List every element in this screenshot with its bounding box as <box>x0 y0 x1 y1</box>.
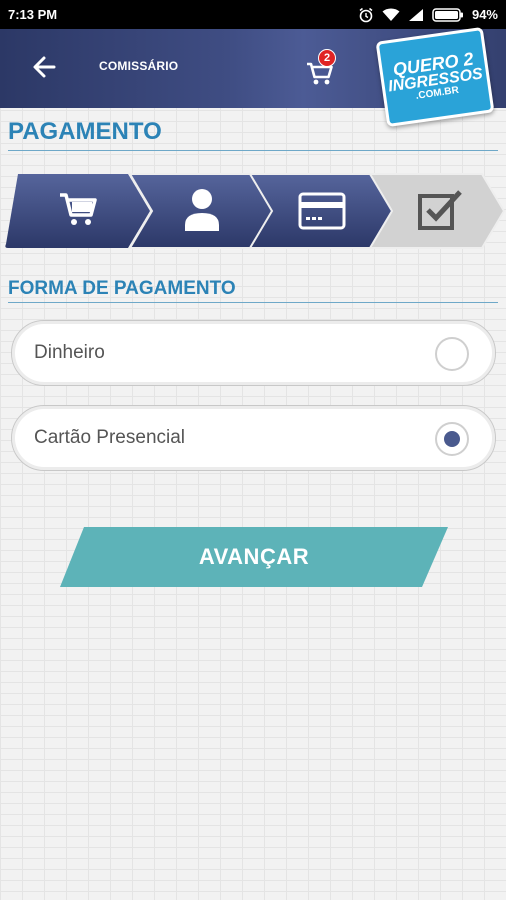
signal-icon <box>408 8 424 22</box>
page-title: PAGAMENTO <box>8 118 162 145</box>
radio-cartao-presencial[interactable] <box>435 422 469 456</box>
step-confirm <box>368 172 506 250</box>
checkbox-icon <box>418 188 464 235</box>
option-label: Dinheiro <box>34 342 105 363</box>
cart-badge: 2 <box>318 49 336 67</box>
app-title: COMISSÁRIO <box>99 59 179 73</box>
cart-icon <box>58 189 98 234</box>
cart-button[interactable]: 2 <box>302 47 342 91</box>
status-bar: 7:13 PM 94% <box>0 0 506 29</box>
arrow-left-icon <box>31 54 57 85</box>
user-icon <box>182 187 222 236</box>
payment-method-divider <box>8 302 498 303</box>
payment-method-title: FORMA DE PAGAMENTO <box>8 278 236 299</box>
option-dinheiro[interactable]: Dinheiro <box>11 320 496 386</box>
option-label: Cartão Presencial <box>34 427 186 448</box>
option-cartao-presencial[interactable]: Cartão Presencial <box>11 405 496 471</box>
site-logo: QUERO 2 INGRESSOS .COM.BR <box>375 26 495 128</box>
checkout-steps <box>4 172 506 250</box>
battery-level: 94% <box>471 7 498 22</box>
advance-button-label: AVANÇAR <box>198 544 310 569</box>
title-divider <box>8 150 498 151</box>
credit-card-icon <box>298 192 346 235</box>
battery-icon <box>432 7 464 22</box>
status-icons: 94% <box>358 7 498 23</box>
back-button[interactable] <box>26 51 62 87</box>
advance-button[interactable]: AVANÇAR <box>60 527 448 587</box>
status-time: 7:13 PM <box>8 7 58 22</box>
wifi-icon <box>382 8 400 22</box>
radio-selected-dot <box>444 431 460 447</box>
alarm-icon <box>358 7 374 23</box>
radio-dinheiro[interactable] <box>435 337 469 371</box>
